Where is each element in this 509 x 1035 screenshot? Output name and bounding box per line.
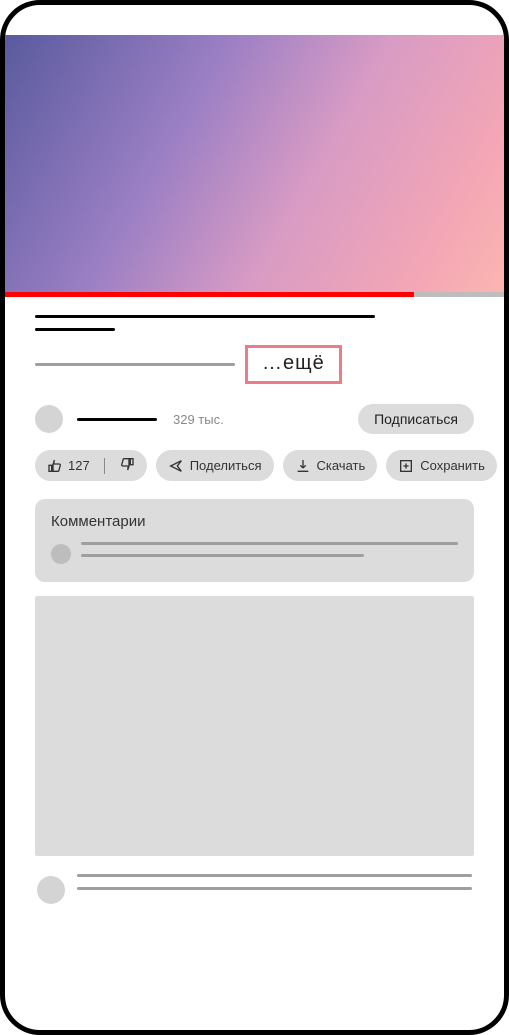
like-button[interactable]: 127 xyxy=(47,458,90,474)
share-label: Поделиться xyxy=(190,458,262,473)
download-button[interactable]: Скачать xyxy=(283,450,378,481)
chip-divider xyxy=(104,458,105,474)
channel-avatar[interactable] xyxy=(35,405,63,433)
channel-row: 329 тыс. Подписаться xyxy=(35,404,474,434)
recommended-video-meta[interactable] xyxy=(35,874,474,904)
recommended-title-line xyxy=(77,874,472,877)
comment-text-line xyxy=(81,554,364,557)
phone-frame: …ещё 329 тыс. Подписаться 127 xyxy=(0,0,509,1035)
comment-text-line xyxy=(81,542,458,545)
comments-section[interactable]: Комментарии xyxy=(35,499,474,582)
download-label: Скачать xyxy=(317,458,366,473)
comments-title: Комментарии xyxy=(51,513,458,530)
save-icon xyxy=(398,458,414,474)
like-count: 127 xyxy=(68,458,90,473)
thumbs-up-icon xyxy=(47,458,63,474)
recommended-title-line xyxy=(77,887,472,890)
channel-name[interactable] xyxy=(77,418,157,421)
subscribe-button[interactable]: Подписаться xyxy=(358,404,474,434)
title-line xyxy=(35,315,375,318)
share-button[interactable]: Поделиться xyxy=(156,450,274,481)
video-meta-line xyxy=(35,363,235,366)
video-player[interactable] xyxy=(5,35,504,292)
recommended-channel-avatar xyxy=(37,876,65,904)
commenter-avatar xyxy=(51,544,71,564)
save-label: Сохранить xyxy=(420,458,485,473)
thumbs-down-icon xyxy=(119,456,135,472)
video-progress-bar[interactable] xyxy=(5,292,504,297)
like-dislike-chip: 127 xyxy=(35,450,147,481)
progress-played xyxy=(5,292,414,297)
video-title[interactable]: …ещё xyxy=(35,315,474,384)
action-chips-row: 127 Поделиться Скачать Сохранить xyxy=(35,450,474,481)
recommendations xyxy=(5,596,504,904)
progress-remaining xyxy=(414,292,504,297)
download-icon xyxy=(295,458,311,474)
more-button[interactable]: …ещё xyxy=(245,345,342,384)
save-button[interactable]: Сохранить xyxy=(386,450,497,481)
title-line xyxy=(35,328,115,331)
share-icon xyxy=(168,458,184,474)
subscriber-count: 329 тыс. xyxy=(173,412,224,427)
comment-preview xyxy=(51,542,458,564)
status-bar xyxy=(5,5,504,35)
dislike-button[interactable] xyxy=(119,456,135,475)
recommended-video-thumbnail[interactable] xyxy=(35,596,474,856)
